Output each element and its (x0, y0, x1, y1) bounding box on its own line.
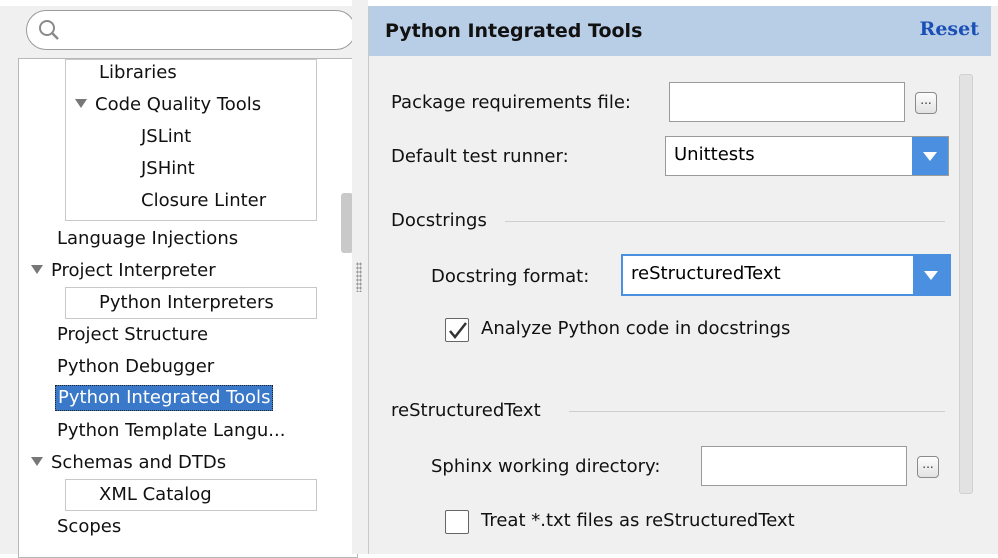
settings-form: Package requirements file: ... Default t… (369, 56, 991, 554)
treat-txt-label[interactable]: Treat *.txt files as reStructuredText (481, 510, 795, 531)
tree-item-language-injections[interactable]: Language Injections (57, 227, 238, 251)
tree-item-python-debugger[interactable]: Python Debugger (57, 355, 214, 379)
section-divider (505, 221, 945, 222)
docstrings-section-title: Docstrings (391, 210, 487, 231)
settings-content-panel: Python Integrated Tools Reset Package re… (368, 6, 991, 554)
analyze-docstrings-label[interactable]: Analyze Python code in docstrings (481, 318, 790, 339)
tree-item-code-quality-tools[interactable]: Code Quality Tools (75, 93, 261, 117)
page-title: Python Integrated Tools (385, 20, 643, 42)
tree-item-scopes[interactable]: Scopes (57, 515, 121, 539)
sphinx-directory-label: Sphinx working directory: (431, 456, 661, 477)
panel-header: Python Integrated Tools Reset (369, 6, 991, 56)
chevron-down-icon[interactable] (912, 137, 948, 175)
browse-requirements-button[interactable]: ... (915, 92, 937, 114)
content-scrollbar[interactable] (959, 74, 973, 494)
tree-item-libraries[interactable]: Libraries (99, 61, 177, 85)
browse-sphinx-button[interactable]: ... (917, 456, 939, 478)
tree-item-python-template-languages[interactable]: Python Template Langu... (57, 419, 285, 443)
docstring-format-value: reStructuredText (631, 263, 781, 284)
checkmark-icon (449, 322, 467, 339)
tree-item-project-interpreter[interactable]: Project Interpreter (31, 259, 216, 283)
settings-search-input[interactable] (26, 10, 356, 50)
expand-arrow-icon[interactable] (75, 99, 87, 108)
tree-item-label: Schemas and DTDs (51, 452, 227, 473)
tree-item-python-interpreters[interactable]: Python Interpreters (99, 291, 274, 315)
restructuredtext-section-title: reStructuredText (391, 400, 541, 421)
tree-item-project-structure[interactable]: Project Structure (57, 323, 208, 347)
tree-item-xml-catalog[interactable]: XML Catalog (99, 483, 212, 507)
settings-nav-panel: Libraries Code Quality Tools JSLint JSHi… (8, 6, 358, 558)
splitter-grip-icon[interactable] (356, 262, 362, 292)
test-runner-label: Default test runner: (391, 146, 569, 167)
test-runner-value: Unittests (674, 144, 755, 165)
package-requirements-label: Package requirements file: (391, 92, 631, 113)
expand-arrow-icon[interactable] (31, 265, 43, 274)
test-runner-select[interactable]: Unittests (665, 136, 949, 176)
docstring-format-select[interactable]: reStructuredText (621, 254, 951, 296)
docstring-format-label: Docstring format: (431, 266, 590, 287)
expand-arrow-icon[interactable] (31, 457, 43, 466)
tree-item-schemas-and-dtds[interactable]: Schemas and DTDs (31, 451, 226, 475)
sphinx-directory-input[interactable] (701, 446, 907, 486)
chevron-down-icon[interactable] (913, 256, 949, 294)
section-divider (569, 411, 945, 412)
settings-tree: Libraries Code Quality Tools JSLint JSHi… (18, 58, 358, 558)
package-requirements-input[interactable] (669, 82, 905, 122)
search-icon (39, 20, 59, 40)
tree-item-closure-linter[interactable]: Closure Linter (141, 189, 266, 213)
tree-item-jshint[interactable]: JSHint (141, 157, 195, 181)
tree-item-python-integrated-tools[interactable]: Python Integrated Tools (55, 385, 274, 411)
tree-item-jslint[interactable]: JSLint (141, 125, 191, 149)
tree-item-label: Code Quality Tools (95, 94, 262, 115)
reset-link[interactable]: Reset (920, 18, 979, 40)
analyze-docstrings-checkbox[interactable] (445, 318, 469, 342)
treat-txt-checkbox[interactable] (445, 510, 469, 534)
settings-window: Libraries Code Quality Tools JSLint JSHi… (0, 0, 998, 558)
tree-item-label: Project Interpreter (51, 260, 216, 281)
